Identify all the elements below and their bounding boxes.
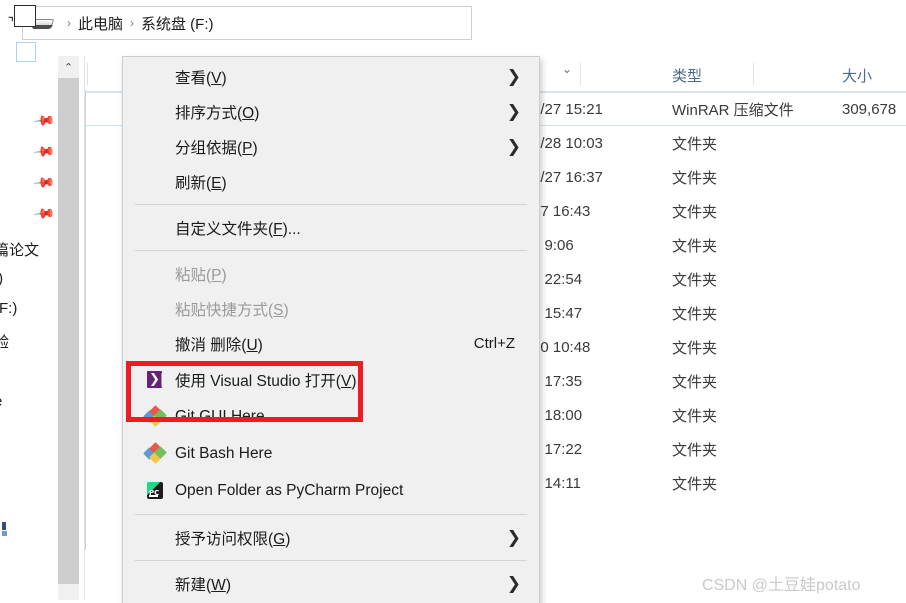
cell-date: 0/28 10:03 (532, 134, 603, 152)
menu-item-undo-delete[interactable]: 撤消 删除(U) Ctrl+Z (123, 326, 539, 361)
cell-type: 文件夹 (672, 135, 718, 153)
cell-type: 文件夹 (672, 203, 718, 221)
cell-type: 文件夹 (672, 407, 718, 425)
menu-item-paste: 粘贴(P) (123, 256, 539, 291)
menu-item-label: 查看(V) (175, 69, 227, 87)
menu-item-grant-access[interactable]: 授予访问权限(G) ❯ (123, 520, 539, 555)
menu-separator (135, 204, 527, 205)
chevron-right-icon: ❯ (506, 101, 521, 122)
menu-item-label: 使用 Visual Studio 打开(V) (175, 372, 357, 390)
nav-item-icon-clipped (2, 522, 12, 536)
cell-type: 文件夹 (672, 441, 718, 459)
menu-item-label: 分组依据(P) (175, 139, 258, 157)
cell-type: 文件夹 (672, 373, 718, 391)
pin-icon[interactable]: 📌 (33, 109, 57, 132)
git-icon (143, 441, 167, 464)
menu-item-label: Git GUI Here (175, 407, 265, 425)
menu-item-label: 刷新(E) (175, 174, 227, 192)
menu-item-label: 自定义文件夹(F)... (175, 220, 301, 238)
cell-type: 文件夹 (672, 169, 718, 187)
nav-item-label-clipped[interactable]: e (0, 393, 2, 410)
menu-item-group-by[interactable]: 分组依据(P) ❯ (123, 129, 539, 164)
menu-item-paste-shortcut: 粘贴快捷方式(S) (123, 291, 539, 326)
menu-item-label: 撤消 删除(U) (175, 336, 263, 354)
menu-item-label: Git Bash Here (175, 444, 273, 462)
pin-icon[interactable]: 📌 (33, 140, 57, 163)
chevron-right-icon: ❯ (506, 573, 521, 594)
cell-type: 文件夹 (672, 237, 718, 255)
visual-studio-icon: ❯| (147, 370, 165, 388)
screenshot-root: ⌃ › 此电脑 › 系统盘 (F:) 📌 📌 📌 📌 篇论文 :) (F:) 验… (0, 0, 906, 603)
pin-icon[interactable]: 📌 (33, 202, 57, 225)
menu-item-sort-by[interactable]: 排序方式(O) ❯ (123, 94, 539, 129)
nav-pane-scrollbar[interactable]: ⌃ (58, 56, 79, 600)
cell-type: 文件夹 (672, 305, 718, 323)
breadcrumb-item-system-drive[interactable]: 系统盘 (F:) (141, 13, 214, 34)
pycharm-icon: PC (145, 481, 165, 501)
menu-separator (135, 250, 527, 251)
breadcrumb-separator: › (67, 16, 71, 30)
menu-item-pycharm-project[interactable]: PC Open Folder as PyCharm Project (123, 472, 539, 509)
cell-type: 文件夹 (672, 475, 718, 493)
nav-item-label-clipped[interactable]: 验 (0, 331, 9, 352)
column-header-type[interactable]: 类型 (672, 65, 702, 86)
menu-item-refresh[interactable]: 刷新(E) (123, 164, 539, 199)
select-all-checkbox[interactable] (14, 5, 36, 27)
cell-date: 0/27 16:37 (532, 168, 603, 186)
scroll-up-arrow-icon[interactable]: ⌃ (58, 56, 79, 78)
breadcrumb-separator: › (130, 16, 135, 30)
nav-item-label-clipped[interactable]: (F:) (0, 300, 17, 317)
cell-type: 文件夹 (672, 271, 718, 289)
menu-item-customize-folder[interactable]: 自定义文件夹(F)... (123, 210, 539, 245)
nav-item-label-clipped[interactable]: 篇论文 (0, 239, 39, 260)
watermark-text: CSDN @土豆娃potato (702, 577, 861, 594)
cell-date: 10 10:48 (532, 338, 591, 356)
breadcrumb-item-this-pc[interactable]: 此电脑 (78, 13, 123, 34)
address-bar[interactable]: › 此电脑 › 系统盘 (F:) (22, 6, 472, 40)
chevron-right-icon: ❯ (506, 527, 521, 548)
menu-item-label: 粘贴快捷方式(S) (175, 301, 289, 319)
context-menu: 查看(V) ❯ 排序方式(O) ❯ 分组依据(P) ❯ 刷新(E) 自定义文件夹(F)... 粘… (122, 56, 540, 603)
row-selection-checkbox[interactable] (16, 42, 36, 62)
menu-item-git-gui-here[interactable]: Git GUI Here (123, 398, 539, 435)
chevron-right-icon: ❯ (506, 66, 521, 87)
menu-separator (135, 560, 527, 561)
menu-item-new[interactable]: 新建(W) ❯ (123, 566, 539, 601)
chevron-right-icon: ❯ (506, 136, 521, 157)
sort-chevron-icon[interactable]: ⌄ (562, 62, 572, 76)
cell-type: 文件夹 (672, 339, 718, 357)
menu-item-label: 排序方式(O) (175, 104, 260, 122)
cell-type: WinRAR 压缩文件 (672, 101, 794, 119)
cell-date: 0/27 15:21 (532, 100, 603, 118)
menu-item-shortcut: Ctrl+Z (473, 335, 515, 352)
menu-item-label: 新建(W) (175, 576, 231, 594)
cell-size: 309,678 (842, 100, 897, 118)
menu-separator (135, 514, 527, 515)
menu-item-label: 粘贴(P) (175, 266, 227, 284)
menu-item-label: Open Folder as PyCharm Project (175, 481, 404, 499)
menu-item-git-bash-here[interactable]: Git Bash Here (123, 435, 539, 472)
cell-date: 27 16:43 (532, 202, 591, 220)
scrollbar-thumb[interactable] (58, 78, 79, 584)
nav-item-label-clipped[interactable]: :) (0, 270, 3, 287)
menu-item-view[interactable]: 查看(V) ❯ (123, 59, 539, 94)
git-icon (143, 404, 167, 427)
list-left-border (85, 90, 86, 550)
menu-item-open-with-vs[interactable]: ❯| 使用 Visual Studio 打开(V) (123, 361, 539, 398)
column-header-size[interactable]: 大小 (842, 65, 872, 86)
menu-item-label: 授予访问权限(G) (175, 530, 291, 548)
pin-icon[interactable]: 📌 (33, 171, 57, 194)
